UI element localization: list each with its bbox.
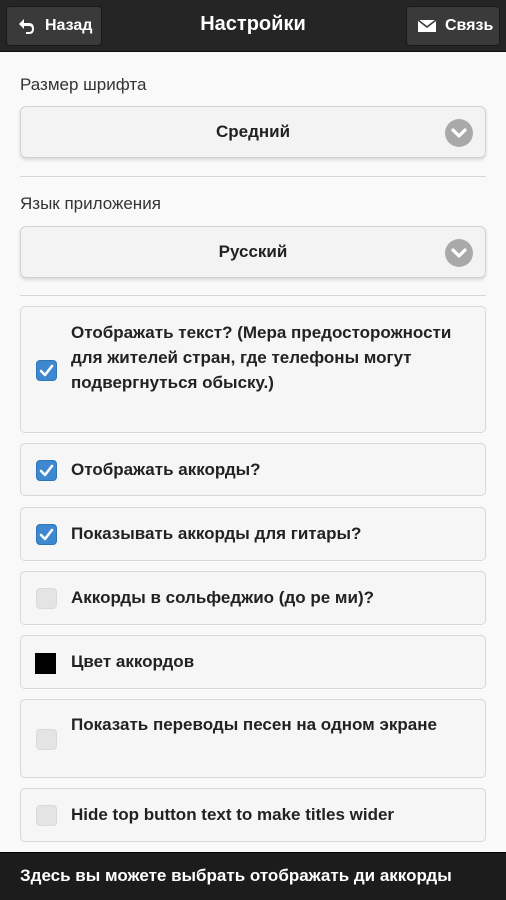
divider <box>20 176 486 177</box>
language-select[interactable]: Русский <box>20 226 486 278</box>
option-translations[interactable]: Показать переводы песен на одном экране <box>20 699 486 778</box>
checkbox-checked[interactable] <box>36 460 57 481</box>
language-label: Язык приложения <box>20 194 161 213</box>
font-size-value: Средний <box>215 122 291 141</box>
option-chord-color[interactable]: Цвет аккордов <box>20 635 486 689</box>
font-size-label: Размер шрифта <box>20 75 147 94</box>
option-show-text[interactable]: Отображать текст? (Мера предосторожности… <box>20 306 486 433</box>
checkbox-checked[interactable] <box>36 524 57 545</box>
option-solfege-chords[interactable]: Аккорды в сольфеджио (до ре ми)? <box>20 571 486 625</box>
option-label: Цвет аккордов <box>71 652 195 671</box>
color-swatch[interactable] <box>35 653 56 674</box>
font-size-select[interactable]: Средний <box>20 106 486 158</box>
option-label: Отображать текст? (Мера предосторожности… <box>71 323 452 392</box>
option-show-chords[interactable]: Отображать аккорды? <box>20 443 486 496</box>
language-value: Русский <box>218 242 288 261</box>
option-label: Показать переводы песен на одном экране <box>71 715 437 734</box>
option-label: Отображать аккорды? <box>71 460 261 479</box>
help-toast-text: Здесь вы можете выбрать отображать ди ак… <box>20 866 452 885</box>
option-label: Показывать аккорды для гитары? <box>71 524 362 543</box>
contact-button-label: Связь <box>445 17 494 34</box>
option-hide-button-text[interactable]: Hide top button text to make titles wide… <box>20 788 486 842</box>
checkbox-unchecked[interactable] <box>36 805 57 826</box>
divider <box>20 295 486 296</box>
option-label: Hide top button text to make titles wide… <box>71 805 395 824</box>
envelope-icon <box>417 16 437 36</box>
checkbox-unchecked[interactable] <box>36 729 57 750</box>
help-toast: Здесь вы можете выбрать отображать ди ак… <box>0 852 506 900</box>
top-bar: Назад Настройки Связь <box>0 0 506 52</box>
option-guitar-chords[interactable]: Показывать аккорды для гитары? <box>20 507 486 561</box>
chevron-down-icon <box>445 119 473 147</box>
chevron-down-icon <box>445 239 473 267</box>
contact-button[interactable]: Связь <box>406 6 500 46</box>
option-label: Аккорды в сольфеджио (до ре ми)? <box>71 588 374 607</box>
checkbox-checked[interactable] <box>36 360 57 381</box>
checkbox-unchecked[interactable] <box>36 588 57 609</box>
